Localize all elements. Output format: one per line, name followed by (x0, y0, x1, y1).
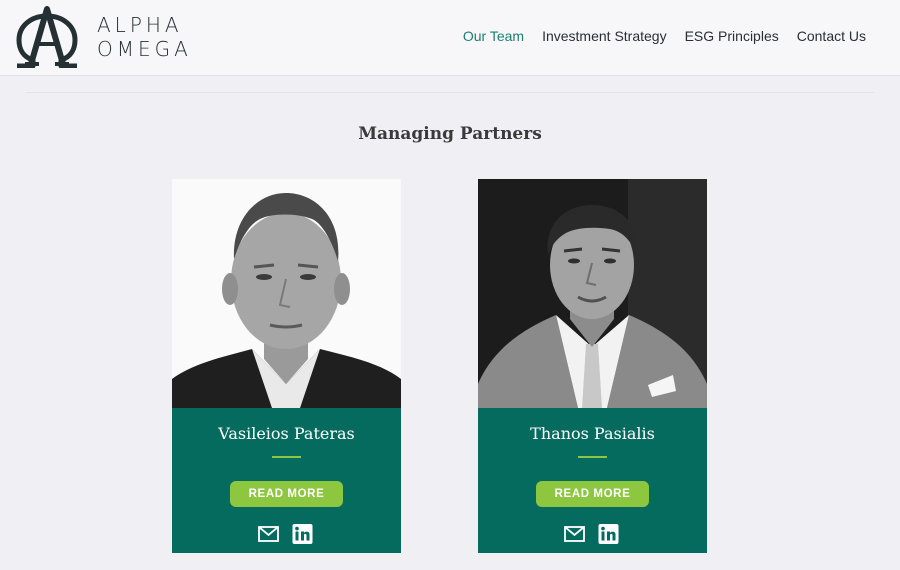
linkedin-icon[interactable] (598, 524, 619, 544)
name-divider (578, 456, 607, 458)
nav-esg-principles[interactable]: ESG Principles (685, 28, 779, 44)
partner-name: Thanos Pasialis (530, 424, 655, 443)
header-divider (26, 92, 874, 93)
name-divider (272, 456, 301, 458)
nav-our-team[interactable]: Our Team (463, 28, 524, 44)
partner-name: Vasileios Pateras (218, 424, 355, 443)
partner-photo (478, 179, 707, 408)
alpha-omega-logo-icon (16, 6, 78, 68)
partner-info-panel: Vasileios Pateras READ MORE (172, 408, 401, 553)
contact-icons (258, 524, 313, 544)
brand-line-2: OMEGA (97, 37, 192, 61)
partner-card: Thanos Pasialis READ MORE (478, 179, 707, 553)
linkedin-icon[interactable] (292, 524, 313, 544)
section-title: Managing Partners (358, 124, 542, 144)
partner-card: Vasileios Pateras READ MORE (172, 179, 401, 553)
nav-investment-strategy[interactable]: Investment Strategy (542, 28, 667, 44)
read-more-button[interactable]: READ MORE (536, 481, 649, 507)
brand-wordmark: ALPHA OMEGA (97, 13, 192, 61)
partner-photo (172, 179, 401, 408)
main-nav: Our Team Investment Strategy ESG Princip… (463, 28, 866, 44)
read-more-button[interactable]: READ MORE (230, 481, 343, 507)
mail-icon[interactable] (258, 524, 279, 544)
mail-icon[interactable] (564, 524, 585, 544)
brand-line-1: ALPHA (97, 13, 183, 37)
site-header: ALPHA OMEGA Our Team Investment Strategy… (0, 0, 900, 76)
partner-info-panel: Thanos Pasialis READ MORE (478, 408, 707, 553)
contact-icons (564, 524, 619, 544)
brand-logo[interactable]: ALPHA OMEGA (11, 6, 192, 68)
nav-contact-us[interactable]: Contact Us (797, 28, 866, 44)
